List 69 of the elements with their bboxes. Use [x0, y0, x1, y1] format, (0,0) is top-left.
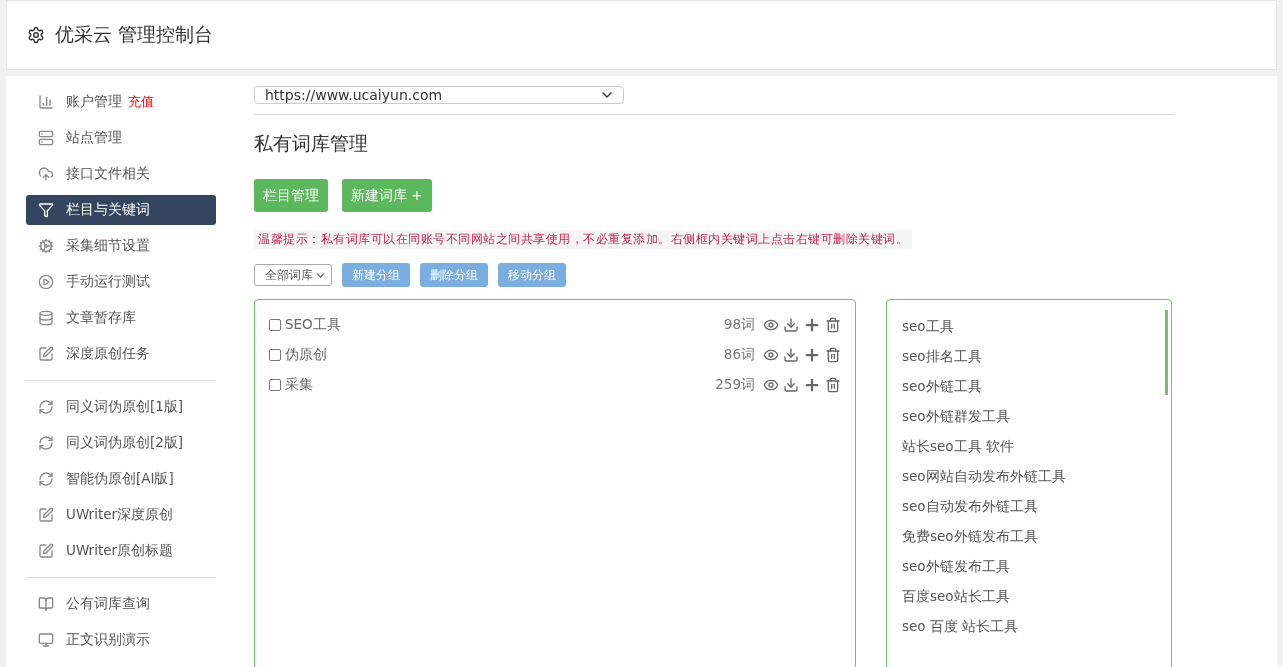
sidebar-item[interactable]: 账户管理 充值 — [26, 87, 216, 117]
download-icon[interactable] — [783, 317, 799, 333]
refresh-icon — [38, 435, 54, 451]
sidebar-item[interactable]: 栏目与关键词 — [26, 195, 216, 225]
sidebar-item[interactable]: UWriter原创标题 — [26, 536, 216, 566]
add-icon[interactable] — [803, 376, 821, 394]
download-icon[interactable] — [783, 377, 799, 393]
checkbox[interactable] — [269, 349, 281, 361]
keyword-item[interactable]: seo工具 — [902, 312, 1156, 342]
word-count: 259词 — [715, 376, 755, 394]
library-name: 采集 — [285, 376, 313, 394]
filter-icon — [38, 202, 54, 218]
gears-icon — [38, 238, 54, 254]
library-name: SEO工具 — [285, 316, 341, 334]
edit-icon — [38, 543, 54, 559]
sidebar-item[interactable]: 手动运行测试 — [26, 267, 216, 297]
site-select[interactable]: https://www.ucaiyun.com — [254, 86, 624, 104]
library-name: 伪原创 — [285, 346, 327, 364]
sidebar-item[interactable]: 公有词库查询 — [26, 589, 216, 619]
keyword-item[interactable]: seo外链工具 — [902, 372, 1156, 402]
page-title: 私有词库管理 — [254, 131, 369, 156]
settings-icon — [27, 26, 45, 44]
add-icon[interactable] — [803, 316, 821, 334]
word-count: 98词 — [723, 316, 755, 334]
recharge-link[interactable]: 充值 — [128, 93, 154, 111]
view-icon[interactable] — [763, 317, 779, 333]
add-icon[interactable] — [803, 346, 821, 364]
monitor-icon — [38, 632, 54, 648]
keyword-item[interactable]: seo自动发布外链工具 — [902, 492, 1156, 522]
server-icon — [38, 130, 54, 146]
sidebar-item[interactable]: 站点管理 — [26, 123, 216, 153]
keyword-item[interactable]: seo网站自动发布外链工具 — [902, 462, 1156, 492]
refresh-icon — [38, 471, 54, 487]
view-icon[interactable] — [763, 377, 779, 393]
edit-icon — [38, 346, 54, 362]
keyword-item[interactable]: seo排名工具 — [902, 342, 1156, 372]
sidebar-item[interactable]: 接口文件相关 — [26, 159, 216, 189]
delete-icon[interactable] — [825, 317, 841, 333]
sidebar-item[interactable]: 文章暂存库 — [26, 303, 216, 333]
tip-text: 温馨提示：私有词库可以在同账号不同网站之间共享使用，不必重复添加。右侧框内关键词上点击右键可删除关键词。 — [254, 230, 912, 249]
download-icon[interactable] — [783, 347, 799, 363]
refresh-icon — [38, 399, 54, 415]
database-icon — [38, 310, 54, 326]
cloud-upload-icon — [38, 166, 54, 182]
sidebar-item[interactable]: 智能伪原创[AI版] — [26, 464, 216, 494]
sidebar-item[interactable]: 深度原创任务 — [26, 339, 216, 369]
keyword-item[interactable]: 免费seo外链发布工具 — [902, 522, 1156, 552]
edit-icon — [38, 507, 54, 523]
chart-icon — [38, 94, 54, 110]
word-count: 86词 — [723, 346, 755, 364]
keyword-item[interactable]: seo 百度 站长工具 — [902, 612, 1156, 642]
book-icon — [38, 596, 54, 612]
sidebar-item[interactable]: 采集细节设置 — [26, 231, 216, 261]
sidebar-item[interactable]: UWriter深度原创 — [26, 500, 216, 530]
library-filter-select[interactable]: 全部词库 — [254, 264, 332, 286]
keyword-item[interactable]: seo外链发布工具 — [902, 552, 1156, 582]
sidebar-item[interactable]: 同义词伪原创[2版] — [26, 428, 216, 458]
keyword-item[interactable]: 站长seo工具 软件 — [902, 432, 1156, 462]
sidebar-item[interactable]: 正文识别演示 — [26, 625, 216, 655]
app-title: 优采云 管理控制台 — [55, 22, 214, 47]
checkbox[interactable] — [269, 319, 281, 331]
delete-icon[interactable] — [825, 347, 841, 363]
delete-icon[interactable] — [825, 377, 841, 393]
keyword-item[interactable]: 百度seo站长工具 — [902, 582, 1156, 612]
sidebar-item[interactable]: 同义词伪原创[1版] — [26, 392, 216, 422]
checkbox[interactable] — [269, 379, 281, 391]
keyword-item[interactable]: seo外链群发工具 — [902, 402, 1156, 432]
view-icon[interactable] — [763, 347, 779, 363]
play-icon — [38, 274, 54, 290]
